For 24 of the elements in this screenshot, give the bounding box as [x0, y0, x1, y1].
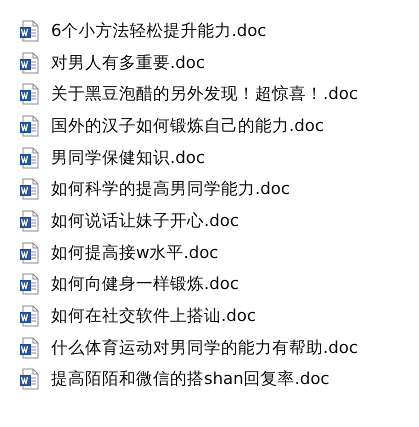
file-name[interactable]: 如何向健身一样锻炼.doc	[51, 273, 239, 296]
word-document-icon	[19, 273, 39, 296]
word-document-icon	[19, 52, 39, 74]
word-document-icon	[19, 114, 39, 137]
word-document-icon	[19, 305, 39, 328]
word-document-icon	[19, 20, 39, 42]
word-document-icon	[19, 210, 39, 232]
word-document-icon	[19, 336, 39, 359]
file-name[interactable]: 什么体育运动对男同学的能力有帮助.doc	[51, 336, 358, 359]
word-document-icon	[19, 178, 39, 200]
file-name[interactable]: 6个小方法轻松提升能力.doc	[51, 20, 266, 42]
file-name[interactable]: 如何科学的提高男同学能力.doc	[51, 178, 290, 200]
file-name[interactable]: 国外的汉子如何锻炼自己的能力.doc	[51, 114, 324, 137]
file-name[interactable]: 关于黑豆泡醋的另外发现！超惊喜！.doc	[51, 83, 358, 106]
file-name[interactable]: 男同学保健知识.doc	[51, 146, 205, 169]
file-name[interactable]: 提高陌陌和微信的搭shan回复率.doc	[51, 368, 330, 390]
file-name[interactable]: 如何提高接w水平.doc	[51, 242, 218, 264]
word-document-icon	[19, 368, 39, 390]
word-document-icon	[19, 146, 39, 169]
word-document-icon	[19, 242, 39, 264]
file-name[interactable]: 对男人有多重要.doc	[51, 52, 205, 74]
file-name[interactable]: 如何说话让妹子开心.doc	[51, 210, 239, 232]
file-name[interactable]: 如何在社交软件上搭讪.doc	[51, 305, 256, 328]
word-document-icon	[19, 83, 39, 106]
